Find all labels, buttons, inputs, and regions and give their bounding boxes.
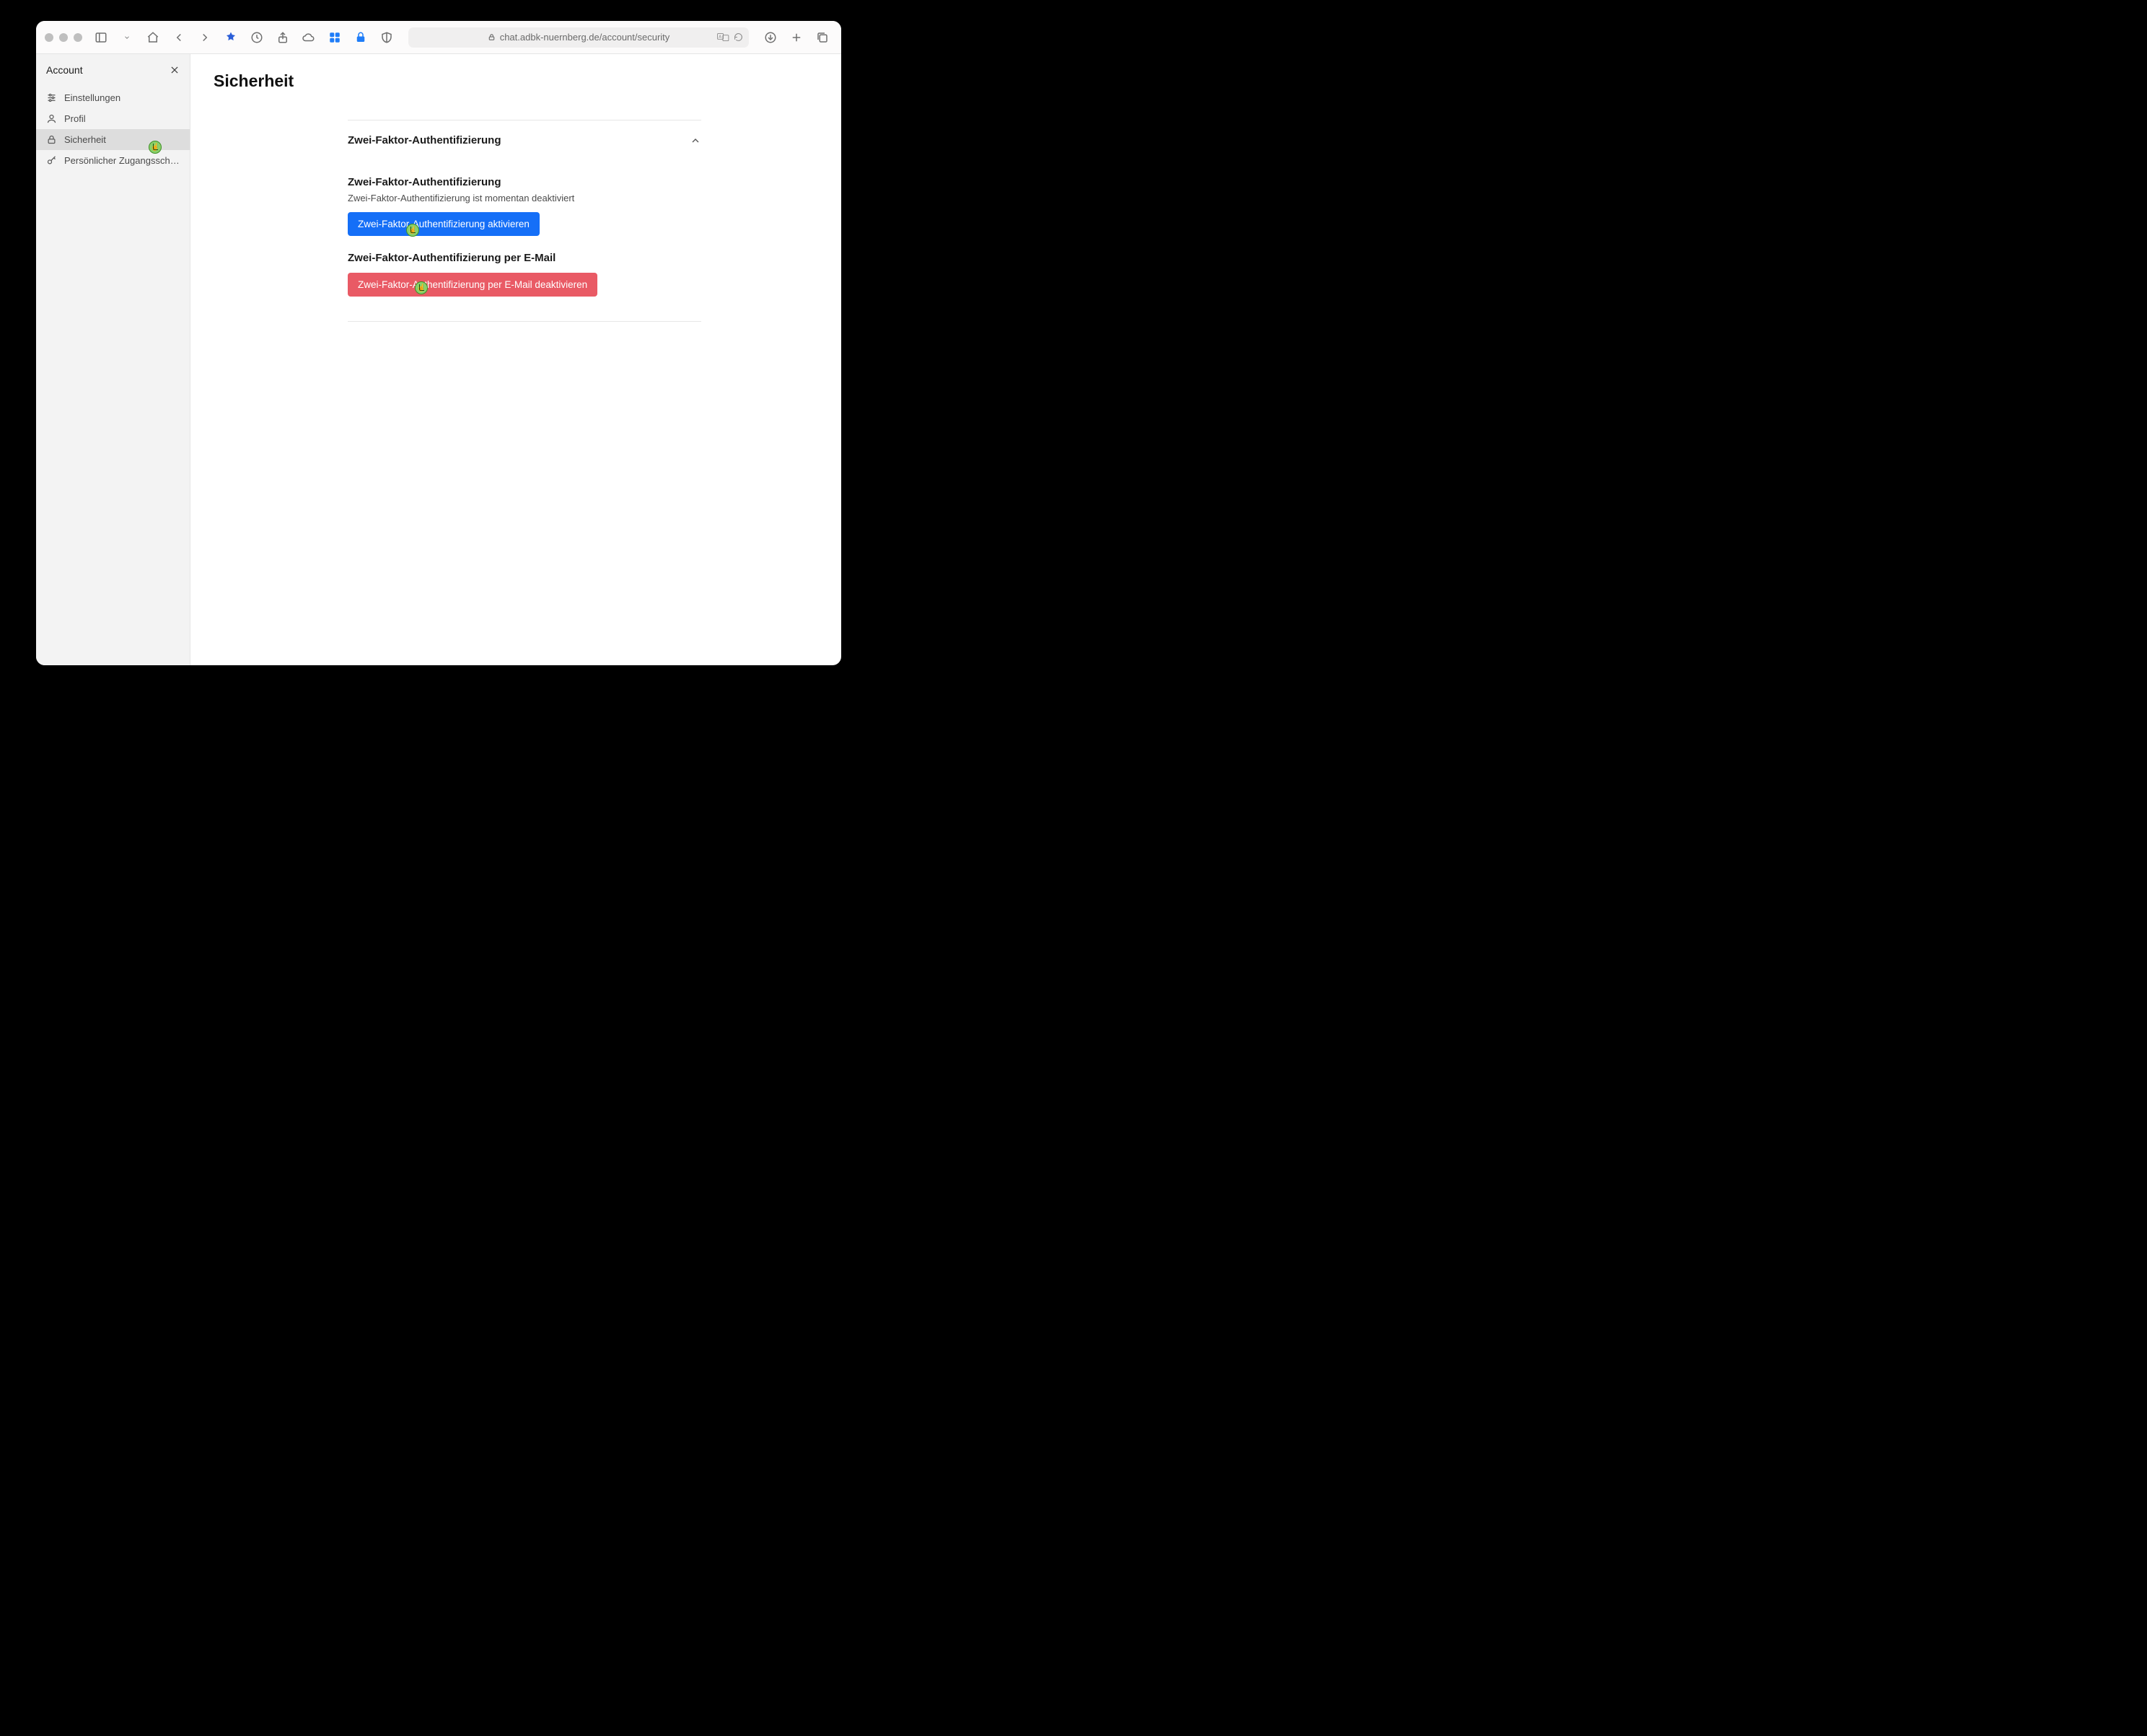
chevron-up-icon — [690, 135, 701, 146]
enable-tfa-button[interactable]: Zwei-Faktor-Authentifizierung aktivieren — [348, 212, 540, 236]
section-header-tfa[interactable]: Zwei-Faktor-Authentifizierung — [348, 120, 701, 160]
section-title: Zwei-Faktor-Authentifizierung — [348, 134, 501, 146]
sliders-icon — [46, 92, 57, 103]
new-tab-button[interactable] — [786, 27, 807, 48]
user-icon — [46, 113, 57, 124]
browser-window: chat.adbk-nuernberg.de/account/security … — [36, 21, 841, 665]
share-button[interactable] — [273, 27, 293, 48]
sidebar-item-security[interactable]: Sicherheit — [36, 129, 190, 150]
sidebar-title: Account — [46, 64, 83, 76]
sidebar-list: Einstellungen Profil Sicherheit — [36, 87, 190, 171]
sidebar-item-label: Persönlicher Zugangsschlüs… — [64, 155, 180, 166]
tfa-status: Zwei-Faktor-Authentifizierung ist moment… — [348, 193, 701, 203]
reload-icon[interactable] — [734, 32, 743, 42]
translate-icon[interactable]: A — [717, 32, 729, 42]
tfa-email-heading: Zwei-Faktor-Authentifizierung per E-Mail — [348, 252, 701, 264]
tab-overview-button[interactable] — [812, 27, 833, 48]
sidebar-toggle-button[interactable] — [91, 27, 111, 48]
sidebar-item-label: Sicherheit — [64, 134, 106, 145]
sidebar-item-label: Profil — [64, 113, 86, 124]
sidebar-header: Account — [36, 54, 190, 86]
forward-button[interactable] — [195, 27, 215, 48]
tfa-block: Zwei-Faktor-Authentifizierung Zwei-Fakto… — [348, 176, 701, 236]
history-button[interactable] — [247, 27, 267, 48]
close-icon[interactable] — [170, 65, 180, 75]
minimize-window-icon[interactable] — [59, 33, 68, 42]
section-content: Zwei-Faktor-Authentifizierung Zwei-Fakto… — [348, 160, 701, 322]
disable-tfa-email-button[interactable]: Zwei-Faktor-Authentifizierung per E-Mail… — [348, 273, 597, 297]
window-controls[interactable] — [45, 33, 82, 42]
security-panel: Zwei-Faktor-Authentifizierung Zwei-Fakto… — [348, 120, 701, 322]
lock-icon — [488, 33, 496, 41]
icloud-button[interactable] — [299, 27, 319, 48]
tfa-email-block: Zwei-Faktor-Authentifizierung per E-Mail… — [348, 252, 701, 297]
sidebar-item-label: Einstellungen — [64, 92, 120, 103]
browser-toolbar: chat.adbk-nuernberg.de/account/security … — [36, 21, 841, 54]
key-icon — [46, 155, 57, 166]
password-manager-icon[interactable] — [351, 27, 371, 48]
sidebar-item-settings[interactable]: Einstellungen — [36, 87, 190, 108]
svg-text:A: A — [719, 35, 721, 40]
sidebar-item-token[interactable]: Persönlicher Zugangsschlüs… — [36, 150, 190, 171]
address-bar[interactable]: chat.adbk-nuernberg.de/account/security … — [408, 27, 749, 48]
page-title: Sicherheit — [214, 71, 818, 91]
account-sidebar: Account Einstellungen Profil — [36, 54, 190, 665]
maximize-window-icon[interactable] — [74, 33, 82, 42]
tab-group-dropdown[interactable] — [117, 27, 137, 48]
close-window-icon[interactable] — [45, 33, 53, 42]
app-grid-icon[interactable] — [325, 27, 345, 48]
tfa-heading: Zwei-Faktor-Authentifizierung — [348, 176, 701, 188]
url-text: chat.adbk-nuernberg.de/account/security — [500, 32, 670, 43]
downloads-button[interactable] — [760, 27, 781, 48]
sidebar-item-profile[interactable]: Profil — [36, 108, 190, 129]
page-body: Account Einstellungen Profil — [36, 54, 841, 665]
home-button[interactable] — [143, 27, 163, 48]
lock-icon — [46, 134, 57, 145]
extension-icon[interactable] — [221, 27, 241, 48]
privacy-shield-icon[interactable] — [377, 27, 397, 48]
back-button[interactable] — [169, 27, 189, 48]
content-area: Sicherheit Zwei-Faktor-Authentifizierung… — [190, 54, 841, 665]
